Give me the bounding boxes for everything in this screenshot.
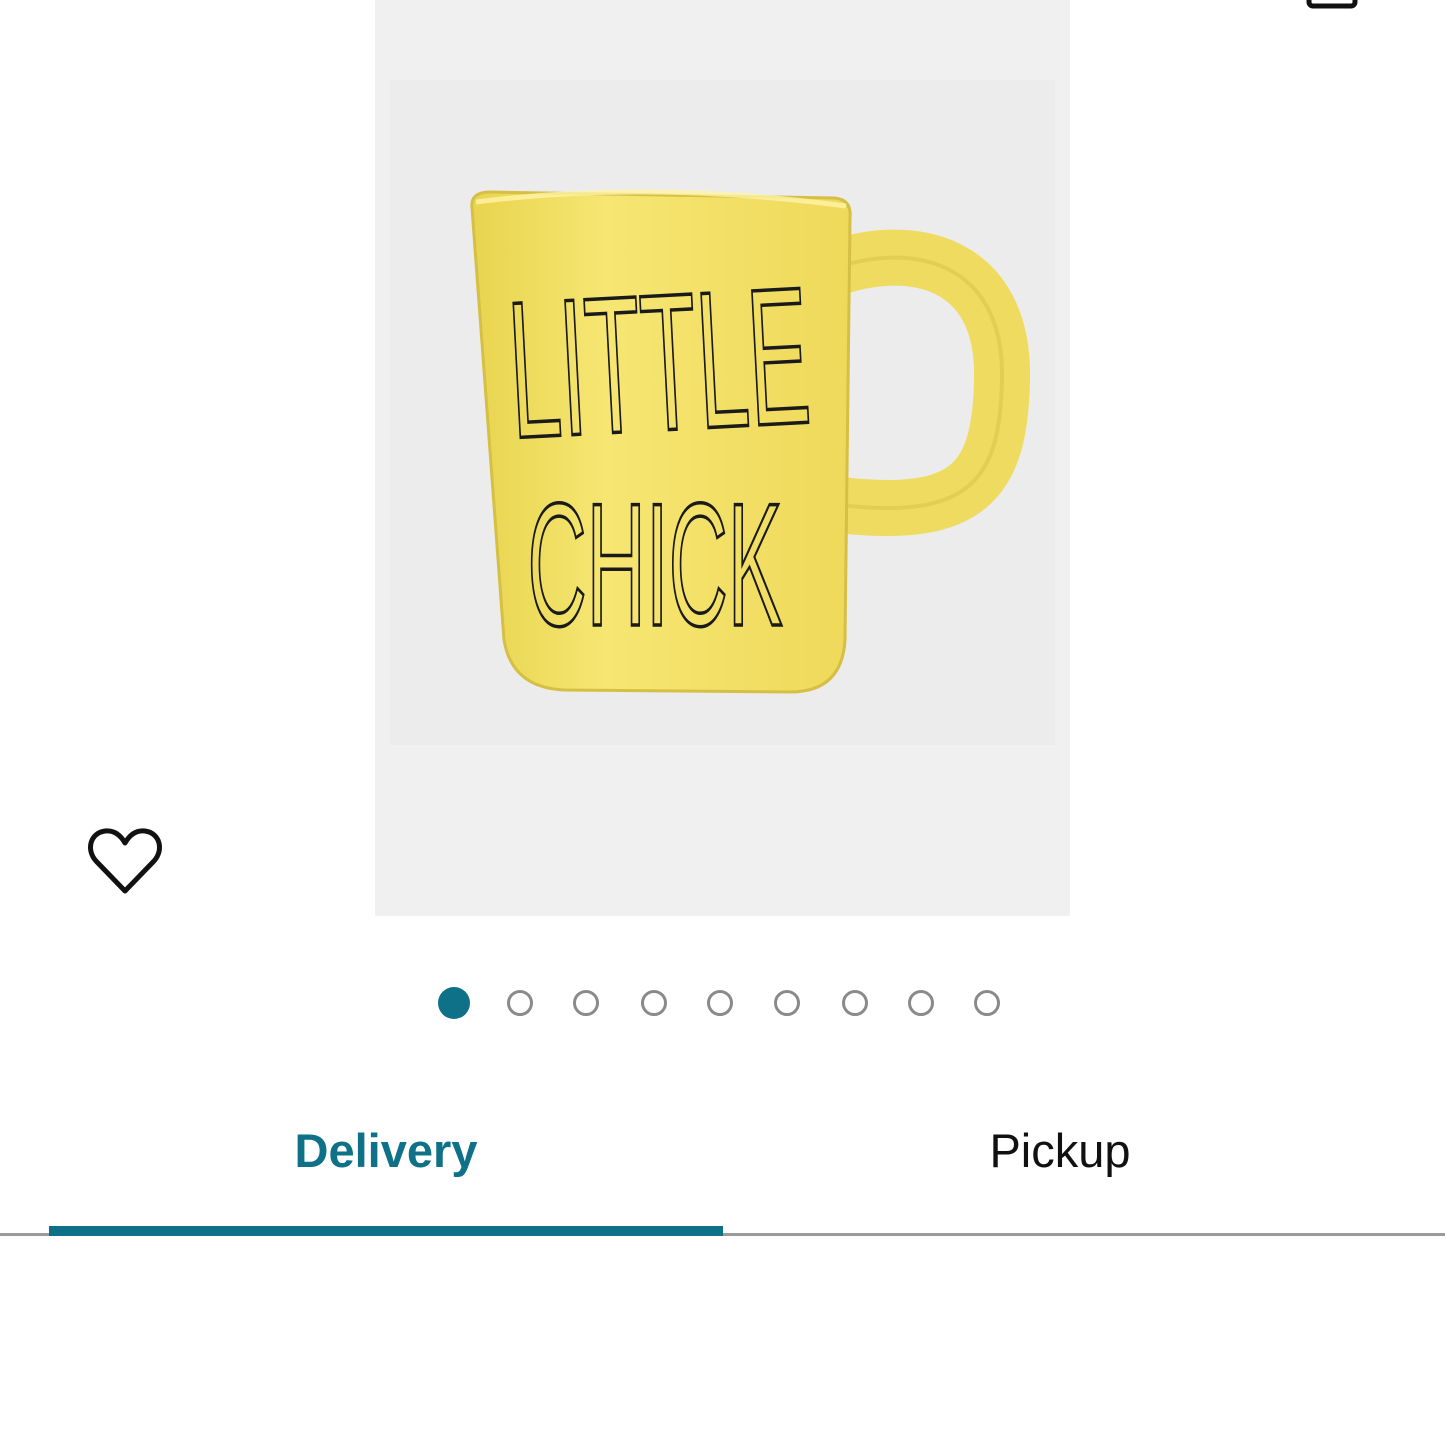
bag-icon[interactable] <box>1305 0 1361 10</box>
mug-text-line2: CHICK <box>528 468 783 663</box>
favorite-button[interactable] <box>86 823 164 899</box>
product-image: LITTLE CHICK <box>390 80 1055 745</box>
carousel-dot-7[interactable] <box>842 990 868 1016</box>
tab-selected-indicator <box>49 1226 723 1236</box>
carousel-dot-9[interactable] <box>974 990 1000 1016</box>
carousel-dot-2[interactable] <box>507 990 533 1016</box>
carousel-dot-4[interactable] <box>641 990 667 1016</box>
carousel-dot-5[interactable] <box>707 990 733 1016</box>
product-image-carousel[interactable]: LITTLE CHICK <box>375 0 1070 916</box>
tab-pickup[interactable]: Pickup <box>723 1105 1397 1195</box>
mug-text-line1: LITTLE <box>504 246 815 479</box>
heart-icon <box>88 828 162 894</box>
carousel-pagination <box>436 986 1016 1024</box>
tab-delivery[interactable]: Delivery <box>49 1105 723 1195</box>
carousel-dot-8[interactable] <box>908 990 934 1016</box>
carousel-dot-1[interactable] <box>438 987 470 1019</box>
carousel-dot-6[interactable] <box>774 990 800 1016</box>
carousel-dot-3[interactable] <box>573 990 599 1016</box>
